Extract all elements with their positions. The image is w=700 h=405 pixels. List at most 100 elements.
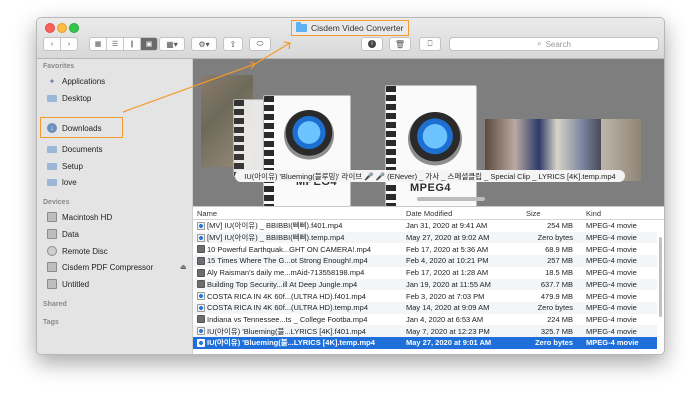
sidebar-item-setup[interactable]: Setup <box>47 159 83 173</box>
share-button[interactable]: ⇧ <box>223 37 243 51</box>
arrange-icon: ▦▾ <box>166 39 178 49</box>
connect-server-button[interactable]: ⎕ <box>419 37 441 51</box>
sidebar-item-label: Cisdem PDF Compressor <box>62 262 154 272</box>
column-header-kind[interactable]: Kind <box>586 209 601 218</box>
sidebar-item-macintosh-hd[interactable]: Macintosh HD <box>47 210 112 224</box>
file-size: 637.7 MB <box>540 279 573 289</box>
file-kind: MPEG-4 movie <box>586 268 637 278</box>
window-title: Cisdem Video Converter <box>311 23 404 33</box>
column-header-name[interactable]: Name <box>197 209 217 218</box>
shared-heading: Shared <box>43 301 67 308</box>
file-kind: MPEG-4 movie <box>586 244 637 254</box>
cover-flow-scrollbar[interactable] <box>193 196 664 202</box>
quicktime-icon <box>408 112 462 166</box>
file-thumbnail[interactable]: MPEG4 <box>385 85 477 207</box>
file-size: 257 MB <box>547 256 573 266</box>
file-list-scrollbar[interactable] <box>658 219 663 354</box>
scrollbar-thumb[interactable] <box>417 197 485 201</box>
action-button[interactable]: ⚙▾ <box>191 37 217 51</box>
sidebar-item-remote-disc[interactable]: Remote Disc <box>47 244 108 258</box>
close-window-button[interactable] <box>45 23 55 33</box>
cover-flow-view-icon[interactable]: ▣ <box>141 38 157 50</box>
scrollbar-thumb[interactable] <box>659 237 662 317</box>
sidebar-item-love[interactable]: love <box>47 175 77 189</box>
mpeg4-label: MPEG4 <box>410 182 452 194</box>
gear-icon: ⚙▾ <box>198 39 210 49</box>
downloads-icon: ↓ <box>47 123 57 133</box>
sidebar-item-applications[interactable]: ✦ Applications <box>47 74 106 88</box>
table-row[interactable]: IU(아이유) 'Blueming(블...LYRICS [4K].f401.m… <box>193 325 657 337</box>
file-kind: MPEG-4 movie <box>586 314 637 324</box>
sidebar-item-cisdem-pdf-compressor[interactable]: Cisdem PDF Compressor <box>47 260 153 274</box>
file-name: IU(아이유) 'Blueming(블...LYRICS [4K].f401.m… <box>207 326 366 336</box>
file-thumbnail[interactable]: MPEG4 <box>263 95 351 207</box>
table-row[interactable]: IU(아이유) 'Blueming(블...LYRICS [4K].temp.m… <box>193 337 657 349</box>
list-view-icon[interactable]: ☰ <box>107 38 124 50</box>
zoom-window-button[interactable] <box>69 23 79 33</box>
trash-button[interactable]: 🗑 <box>389 37 411 51</box>
file-date-modified: Feb 3, 2020 at 7:03 PM <box>406 291 485 301</box>
table-row[interactable]: Aly Raisman's daily me...mAid-713558198.… <box>193 267 657 279</box>
sidebar-item-untitled[interactable]: Untitled <box>47 277 89 291</box>
file-name: [MV] IU(아이유) _ BBIBBI(삐삐).temp.mp4 <box>207 233 345 243</box>
column-view-icon[interactable]: ∥ <box>124 38 141 50</box>
file-name: COSTA RICA IN 4K 60f...(ULTRA HD).temp.m… <box>207 303 369 313</box>
file-kind: MPEG-4 movie <box>586 221 637 231</box>
file-kind: MPEG-4 movie <box>586 291 637 301</box>
movie-file-icon <box>197 256 205 265</box>
search-input[interactable]: ⌕ Search <box>449 37 659 51</box>
disc-icon <box>47 246 57 256</box>
film-strip <box>234 100 244 176</box>
file-size: 254 MB <box>547 221 573 231</box>
get-info-button[interactable]: i <box>361 37 383 51</box>
forward-icon[interactable]: › <box>61 38 77 50</box>
file-date-modified: Feb 17, 2020 at 5:36 AM <box>406 244 489 254</box>
file-name: IU(아이유) 'Blueming(블...LYRICS [4K].temp.m… <box>207 338 375 348</box>
finder-window: Cisdem Video Converter ‹ › ▦ ☰ ∥ ▣ ▦▾ ⚙▾… <box>36 17 665 355</box>
column-header-date[interactable]: Date Modified <box>406 209 452 218</box>
file-date-modified: Jan 19, 2020 at 11:55 AM <box>406 279 491 289</box>
file-size: Zero bytes <box>537 303 573 313</box>
table-row[interactable]: COSTA RICA IN 4K 60f...(ULTRA HD).temp.m… <box>193 301 657 314</box>
file-date-modified: Feb 4, 2020 at 10:21 PM <box>406 256 489 266</box>
sidebar-item-downloads[interactable]: ↓ Downloads <box>47 121 102 135</box>
table-row[interactable]: [MV] IU(아이유) _ BBIBBI(삐삐).temp.mp4 May 27… <box>193 231 657 244</box>
movie-file-icon <box>197 327 205 336</box>
sidebar-item-label: Untitled <box>62 279 90 289</box>
table-header: Name Date Modified Size Kind <box>193 207 664 220</box>
sidebar-item-label: Desktop <box>62 93 92 103</box>
cover-flow-preview[interactable]: MPEG4 MPEG4 <box>193 59 664 207</box>
quicktime-icon <box>284 110 334 160</box>
column-header-size[interactable]: Size <box>526 209 541 218</box>
film-strip <box>386 86 396 206</box>
file-name: Aly Raisman's daily me...mAid-713558198.… <box>207 268 365 278</box>
trash-icon: 🗑 <box>394 39 406 49</box>
sidebar-item-documents[interactable]: Documents <box>47 142 102 156</box>
file-kind: MPEG-4 movie <box>586 233 637 243</box>
table-row[interactable]: COSTA RICA IN 4K 60f...(ULTRA HD).f401.m… <box>193 290 657 302</box>
sidebar-item-data[interactable]: Data <box>47 227 79 241</box>
arrange-button[interactable]: ▦▾ <box>159 37 185 51</box>
sidebar-item-label: love <box>62 177 77 187</box>
minimize-window-button[interactable] <box>57 23 67 33</box>
table-row[interactable]: Indiana vs Tennessee...ts _ College Foot… <box>193 314 657 326</box>
film-strip <box>264 96 274 206</box>
back-icon[interactable]: ‹ <box>44 38 61 50</box>
sidebar-item-desktop[interactable]: Desktop <box>47 91 91 105</box>
search-placeholder: Search <box>545 39 571 49</box>
table-row[interactable]: 15 Times Where The G...ot Strong Enough!… <box>193 255 657 267</box>
file-name: Building Top Security...ill At Deep Jung… <box>207 279 358 289</box>
window-title-highlight: Cisdem Video Converter <box>291 20 409 36</box>
file-name: 15 Times Where The G...ot Strong Enough!… <box>207 256 368 266</box>
file-size: 18.5 MB <box>545 268 573 278</box>
file-name: 10 Powerful Earthquak...GHT ON CAMERA!.m… <box>207 244 372 254</box>
tag-icon: ⬭ <box>256 39 264 48</box>
table-row[interactable]: Building Top Security...ill At Deep Jung… <box>193 278 657 291</box>
table-row[interactable]: [MV] IU(아이유) _ BBIBBI(삐삐).f401.mp4 Jan 31… <box>193 220 657 232</box>
icon-view-icon[interactable]: ▦ <box>90 38 107 50</box>
tag-button[interactable]: ⬭ <box>249 37 271 51</box>
eject-icon[interactable]: ⏏ <box>180 263 187 271</box>
favorites-heading: Favorites <box>43 63 75 70</box>
table-row[interactable]: 10 Powerful Earthquak...GHT ON CAMERA!.m… <box>193 243 657 255</box>
file-name: COSTA RICA IN 4K 60f...(ULTRA HD).f401.m… <box>207 291 366 301</box>
